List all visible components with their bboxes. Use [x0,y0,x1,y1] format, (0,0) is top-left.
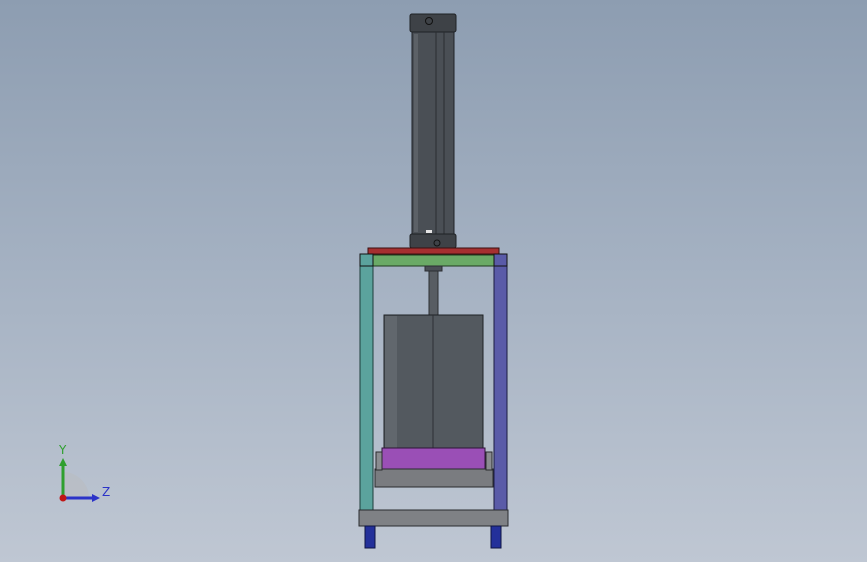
top-mounting-plate [367,247,500,255]
graphics-viewport[interactable]: Y Z [0,0,867,562]
cylinder-highlight [414,34,418,232]
rod-collar [424,265,443,272]
cylinder-body [411,31,455,235]
tank-shade-left [385,316,397,448]
cylinder-port-marker [426,230,432,233]
orientation-triad[interactable]: Y Z [48,440,128,510]
lower-tray [374,468,494,488]
right-column [493,253,508,512]
y-axis-arrow-icon [59,458,67,466]
base-plate [358,509,509,527]
z-axis-arrow-icon [92,494,100,502]
tray-bracket-right [485,451,493,471]
cylinder-bottom-cap [409,233,457,249]
piston-rod [428,265,439,317]
triad-rotation-arc [63,472,89,498]
left-foot [364,525,376,549]
right-foot [490,525,502,549]
x-axis-origin-icon [59,494,67,502]
top-beam [372,254,495,267]
left-column [359,253,374,512]
y-axis-label: Y [59,443,67,457]
z-axis-label: Z [102,485,111,499]
press-plate [381,447,486,471]
tray-bracket-left [375,451,383,471]
press-machine-model[interactable] [0,0,867,562]
cylinder-top-cap [409,13,457,33]
